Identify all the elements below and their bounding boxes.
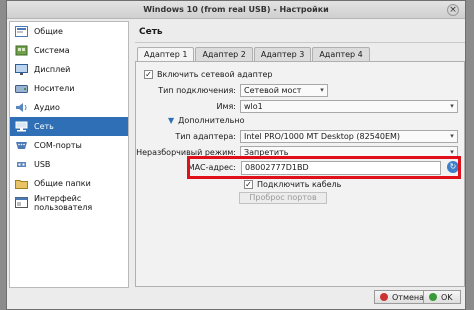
advanced-label: Дополнительно	[178, 115, 245, 125]
sidebar-item-label: Аудио	[34, 103, 60, 112]
serial-ports-icon	[14, 140, 28, 152]
sidebar-item-label: Система	[34, 46, 70, 55]
sidebar-item-label: Общие	[34, 27, 63, 36]
attachment-select[interactable]: Сетевой мост ▾	[240, 83, 328, 97]
storage-icon	[14, 83, 28, 95]
sidebar-item-storage[interactable]: Носители	[10, 79, 128, 98]
attachment-label: Тип подключения:	[158, 85, 236, 95]
shared-folders-icon	[14, 178, 28, 190]
adapter-type-label: Тип адаптера:	[175, 131, 236, 141]
system-icon	[14, 45, 28, 57]
chevron-down-icon: ▾	[450, 102, 454, 110]
cable-checkbox[interactable]: ✓	[244, 179, 253, 189]
sidebar-item-user-interface[interactable]: Интерфейс пользователя	[10, 193, 128, 212]
display-icon	[14, 64, 28, 76]
enable-adapter-label: Включить сетевой адаптер	[157, 69, 273, 79]
audio-icon	[14, 102, 28, 114]
sidebar-item-label: Интерфейс пользователя	[34, 193, 93, 212]
sidebar-item-label: COM-порты	[34, 141, 82, 150]
sidebar-item-label: USB	[34, 160, 51, 169]
cancel-button[interactable]: Отмена	[374, 290, 431, 304]
tab-adapter-3[interactable]: Адаптер 3	[253, 47, 312, 61]
page-title: Сеть	[135, 21, 465, 43]
chevron-down-icon: ▾	[320, 86, 324, 94]
tab-adapter-2[interactable]: Адаптер 2	[195, 47, 253, 61]
sidebar-item-label: Сеть	[34, 122, 54, 131]
sidebar-item-usb[interactable]: USB	[10, 155, 128, 174]
sidebar: Общие Система Дисплей Носители Аудио Сет…	[9, 21, 129, 288]
adapter-tabs: Адаптер 1 Адаптер 2 Адаптер 3 Адаптер 4	[137, 47, 371, 61]
title-bar[interactable]: Windows 10 (from real USB) - Настройки ×	[7, 1, 465, 19]
adapter-type-row: Тип адаптера: Intel PRO/1000 MT Desktop …	[136, 129, 466, 143]
close-button[interactable]: ×	[447, 4, 459, 16]
ok-label: OK	[441, 292, 453, 302]
chevron-down-icon: ▾	[450, 132, 454, 140]
sidebar-item-audio[interactable]: Аудио	[10, 98, 128, 117]
general-icon	[14, 26, 28, 38]
sidebar-item-label: Общие папки	[34, 179, 91, 188]
attachment-row: Тип подключения: Сетевой мост ▾	[136, 83, 466, 97]
cable-row[interactable]: ✓ Подключить кабель	[136, 177, 466, 191]
settings-window: Windows 10 (from real USB) - Настройки ×…	[6, 0, 466, 310]
attachment-value: Сетевой мост	[244, 85, 302, 95]
name-select[interactable]: wlo1 ▾	[240, 99, 458, 113]
sidebar-item-general[interactable]: Общие	[10, 22, 128, 41]
name-label: Имя:	[216, 101, 236, 111]
ok-icon	[429, 293, 437, 301]
expand-arrow-icon: ▼	[168, 115, 175, 125]
sidebar-item-shared-folders[interactable]: Общие папки	[10, 174, 128, 193]
sidebar-item-label: Дисплей	[34, 65, 71, 74]
cancel-label: Отмена	[392, 292, 425, 302]
name-row: Имя: wlo1 ▾	[136, 99, 466, 113]
tab-adapter-1[interactable]: Адаптер 1	[137, 47, 195, 61]
sidebar-item-display[interactable]: Дисплей	[10, 60, 128, 79]
adapter-type-value: Intel PRO/1000 MT Desktop (82540EM)	[244, 131, 401, 141]
desktop-background-right	[466, 0, 474, 310]
chevron-down-icon: ▾	[450, 148, 454, 156]
window-title: Windows 10 (from real USB) - Настройки	[143, 5, 329, 14]
cancel-icon	[380, 293, 388, 301]
cable-label: Подключить кабель	[257, 179, 342, 189]
mac-highlight-box	[187, 156, 461, 179]
content-area: Сеть Адаптер 1 Адаптер 2 Адаптер 3 Адапт…	[135, 21, 465, 288]
sidebar-item-serial-ports[interactable]: COM-порты	[10, 136, 128, 155]
name-value: wlo1	[244, 101, 263, 111]
tab-adapter-4[interactable]: Адаптер 4	[312, 47, 370, 61]
sidebar-item-network[interactable]: Сеть	[10, 117, 128, 136]
user-interface-icon	[14, 197, 28, 209]
sidebar-item-system[interactable]: Система	[10, 41, 128, 60]
usb-icon	[14, 159, 28, 171]
adapter-type-select[interactable]: Intel PRO/1000 MT Desktop (82540EM) ▾	[240, 129, 458, 143]
network-icon	[14, 121, 28, 133]
sidebar-item-label: Носители	[34, 84, 75, 93]
ok-button[interactable]: OK	[423, 290, 461, 304]
enable-adapter-checkbox[interactable]: ✓	[144, 69, 153, 79]
port-forwarding-button[interactable]: Проброс портов	[239, 192, 327, 204]
advanced-toggle[interactable]: ▼ Дополнительно	[136, 113, 466, 127]
enable-adapter-row[interactable]: ✓ Включить сетевой адаптер	[136, 67, 466, 81]
